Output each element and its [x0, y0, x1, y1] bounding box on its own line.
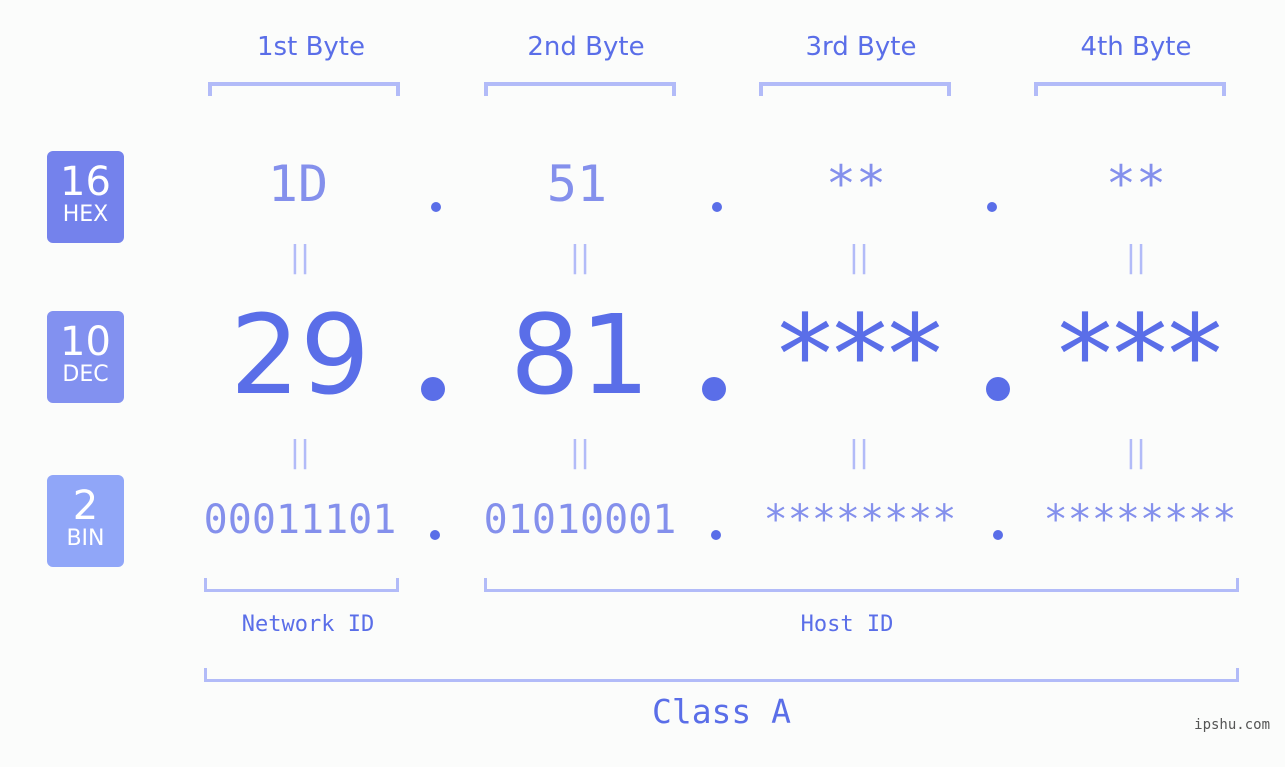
dec-badge-label: DEC	[62, 362, 109, 387]
hex-badge-label: HEX	[62, 202, 109, 227]
bin-dot-2	[711, 530, 721, 540]
equals-dec-bin-4: ||	[1125, 435, 1147, 470]
host-id-label: Host ID	[800, 612, 894, 637]
network-id-label: Network ID	[241, 612, 375, 637]
hex-value-1: 1D	[267, 155, 329, 213]
byte-bracket-3	[759, 82, 951, 96]
bin-dot-1	[430, 530, 440, 540]
hex-dot-2	[712, 202, 722, 212]
hex-dot-3	[987, 202, 997, 212]
bin-value-4: ********	[1043, 497, 1237, 543]
bin-badge-label: BIN	[66, 526, 105, 551]
dec-value-1: 29	[230, 291, 370, 419]
byte-bracket-4	[1034, 82, 1226, 96]
bin-value-2: 01010001	[483, 497, 677, 543]
dec-value-2: 81	[510, 291, 650, 419]
hex-value-2: 51	[546, 155, 608, 213]
equals-hex-dec-2: ||	[569, 240, 591, 275]
bin-value-3: ********	[763, 497, 957, 543]
byte-label-4: 4th Byte	[1080, 32, 1192, 62]
bin-dot-3	[993, 530, 1003, 540]
equals-dec-bin-2: ||	[569, 435, 591, 470]
dec-dot-3	[986, 377, 1010, 401]
dec-badge: 10 DEC	[47, 311, 124, 403]
hex-badge-number: 16	[60, 159, 111, 205]
bin-badge: 2 BIN	[47, 475, 124, 567]
class-label: Class A	[651, 692, 792, 731]
byte-bracket-2	[484, 82, 676, 96]
equals-dec-bin-1: ||	[289, 435, 311, 470]
hex-value-4: **	[1105, 155, 1167, 213]
equals-hex-dec-1: ||	[289, 240, 311, 275]
hex-badge: 16 HEX	[47, 151, 124, 243]
equals-hex-dec-3: ||	[848, 240, 870, 275]
dec-value-4: ***	[1057, 291, 1223, 419]
dec-dot-2	[702, 377, 726, 401]
dec-dot-1	[421, 377, 445, 401]
dec-badge-number: 10	[60, 319, 111, 365]
equals-hex-dec-4: ||	[1125, 240, 1147, 275]
bin-badge-number: 2	[72, 483, 99, 529]
bin-value-1: 00011101	[203, 497, 397, 543]
equals-dec-bin-3: ||	[848, 435, 870, 470]
network-id-bracket	[204, 578, 399, 592]
byte-label-1: 1st Byte	[257, 32, 365, 62]
byte-label-3: 3rd Byte	[805, 32, 917, 62]
hex-dot-1	[431, 202, 441, 212]
byte-label-2: 2nd Byte	[527, 32, 645, 62]
host-id-bracket	[484, 578, 1239, 592]
byte-bracket-1	[208, 82, 400, 96]
watermark: ipshu.com	[1194, 717, 1270, 733]
hex-value-3: **	[825, 155, 887, 213]
dec-value-3: ***	[777, 291, 943, 419]
class-bracket	[204, 668, 1239, 682]
